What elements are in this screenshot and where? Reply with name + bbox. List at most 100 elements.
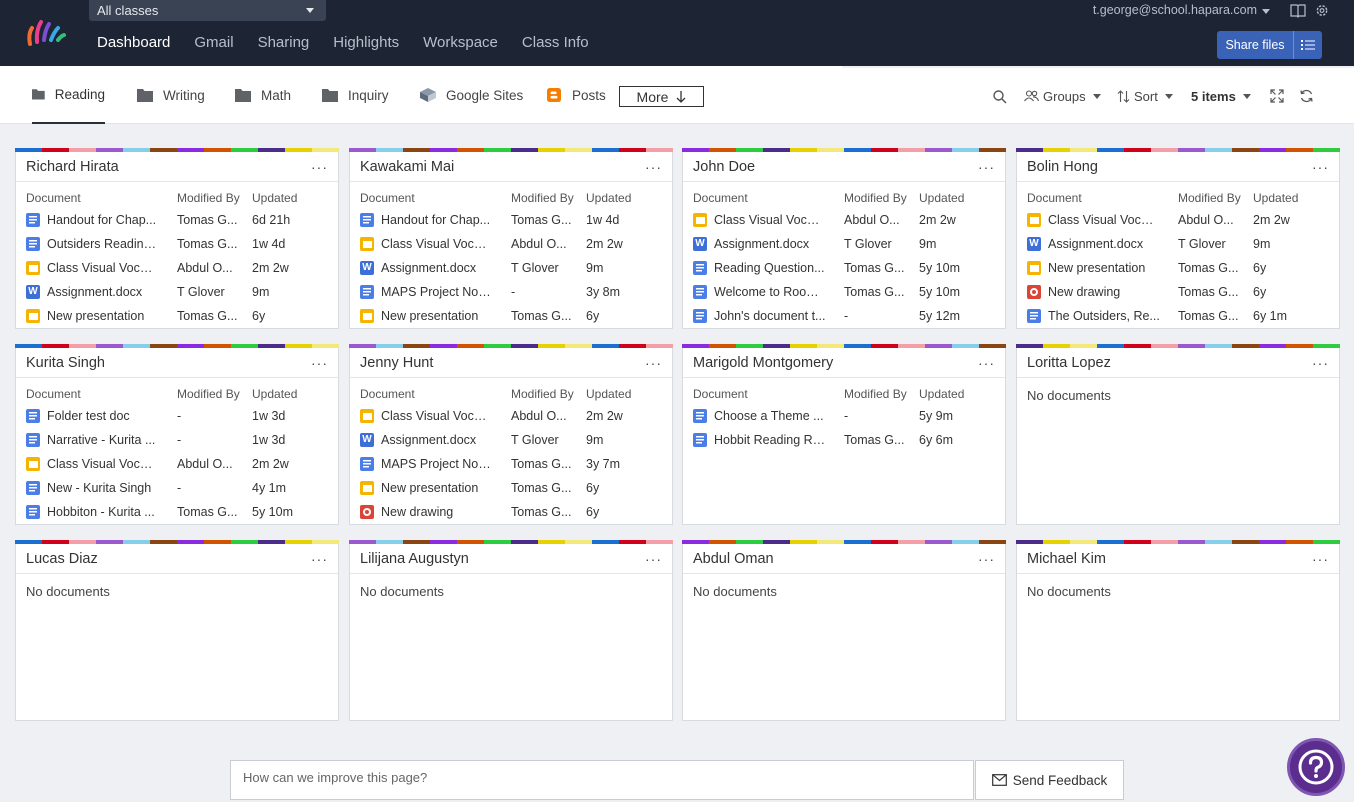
document-name[interactable]: Assignment.docx bbox=[381, 261, 493, 275]
student-name[interactable]: Jenny Hunt bbox=[360, 355, 433, 371]
nav-gmail[interactable]: Gmail bbox=[194, 34, 233, 51]
document-row[interactable]: Class Visual Vocab... Abdul O... 2m 2w bbox=[360, 404, 662, 428]
document-row[interactable]: Class Visual Vocab... Abdul O... 2m 2w bbox=[26, 256, 328, 280]
document-row[interactable]: Handout for Chap... Tomas G... 1w 4d bbox=[360, 208, 662, 232]
document-name[interactable]: Welcome to Room... bbox=[714, 285, 826, 299]
user-email[interactable]: t.george@school.hapara.com bbox=[1093, 3, 1257, 17]
document-row[interactable]: The Outsiders, Re... Tomas G... 6y 1m bbox=[1027, 304, 1329, 328]
tab-inquiry[interactable]: Inquiry bbox=[322, 66, 389, 124]
document-row[interactable]: W Assignment.docx T Glover 9m bbox=[693, 232, 995, 256]
student-name[interactable]: Lilijana Augustyn bbox=[360, 551, 469, 567]
document-row[interactable]: Reading Question... Tomas G... 5y 10m bbox=[693, 256, 995, 280]
items-count-dropdown[interactable]: 5 items bbox=[1191, 86, 1251, 106]
student-name[interactable]: Loritta Lopez bbox=[1027, 355, 1111, 371]
document-name[interactable]: Assignment.docx bbox=[47, 285, 159, 299]
nav-sharing[interactable]: Sharing bbox=[258, 34, 310, 51]
document-name[interactable]: Choose a Theme ... bbox=[714, 409, 826, 423]
document-name[interactable]: Class Visual Vocab... bbox=[1048, 213, 1160, 227]
tab-reading[interactable]: Reading bbox=[32, 66, 105, 124]
tab-google-sites[interactable]: Google Sites bbox=[420, 66, 523, 124]
document-name[interactable]: Reading Question... bbox=[714, 261, 826, 275]
document-name[interactable]: New presentation bbox=[381, 309, 493, 323]
document-row[interactable]: New - Kurita Singh - 4y 1m bbox=[26, 476, 328, 500]
more-options-icon[interactable]: ··· bbox=[311, 356, 328, 370]
student-name[interactable]: John Doe bbox=[693, 159, 755, 175]
document-name[interactable]: Folder test doc bbox=[47, 409, 159, 423]
document-row[interactable]: Welcome to Room... Tomas G... 5y 10m bbox=[693, 280, 995, 304]
sort-dropdown[interactable]: Sort bbox=[1117, 86, 1173, 106]
refresh-icon[interactable] bbox=[1299, 89, 1314, 103]
document-row[interactable]: New drawing Tomas G... 6y bbox=[360, 500, 662, 524]
document-row[interactable]: W Assignment.docx T Glover 9m bbox=[360, 256, 662, 280]
groups-dropdown[interactable]: Groups bbox=[1024, 86, 1101, 106]
list-icon[interactable] bbox=[1294, 31, 1322, 59]
document-row[interactable]: New presentation Tomas G... 6y bbox=[1027, 256, 1329, 280]
document-row[interactable]: New presentation Tomas G... 6y bbox=[360, 476, 662, 500]
book-icon[interactable] bbox=[1290, 3, 1306, 18]
document-row[interactable]: Class Visual Vocab... Abdul O... 2m 2w bbox=[26, 452, 328, 476]
expand-icon[interactable] bbox=[1270, 89, 1284, 103]
student-name[interactable]: Kawakami Mai bbox=[360, 159, 454, 175]
student-name[interactable]: Michael Kim bbox=[1027, 551, 1106, 567]
more-options-icon[interactable]: ··· bbox=[978, 356, 995, 370]
share-files-button[interactable]: Share files bbox=[1217, 31, 1322, 59]
student-name[interactable]: Abdul Oman bbox=[693, 551, 774, 567]
send-feedback-button[interactable]: Send Feedback bbox=[975, 760, 1124, 800]
nav-workspace[interactable]: Workspace bbox=[423, 34, 498, 51]
document-name[interactable]: Class Visual Vocab... bbox=[47, 261, 159, 275]
document-row[interactable]: New presentation Tomas G... 6y bbox=[26, 304, 328, 328]
document-row[interactable]: Class Visual Vocab... Abdul O... 2m 2w bbox=[1027, 208, 1329, 232]
document-name[interactable]: Class Visual Vocab... bbox=[381, 237, 493, 251]
document-name[interactable]: New presentation bbox=[1048, 261, 1160, 275]
tab-posts[interactable]: Posts bbox=[546, 66, 606, 124]
document-name[interactable]: The Outsiders, Re... bbox=[1048, 309, 1160, 323]
user-menu-chevron-icon[interactable] bbox=[1262, 9, 1270, 14]
tab-writing[interactable]: Writing bbox=[137, 66, 205, 124]
document-name[interactable]: Class Visual Vocab... bbox=[714, 213, 826, 227]
document-name[interactable]: Hobbit Reading Re... bbox=[714, 433, 826, 447]
gear-icon[interactable] bbox=[1314, 3, 1330, 18]
document-name[interactable]: MAPS Project Notes bbox=[381, 285, 493, 299]
tab-math[interactable]: Math bbox=[235, 66, 291, 124]
document-name[interactable]: New drawing bbox=[1048, 285, 1160, 299]
document-row[interactable]: Class Visual Vocab... Abdul O... 2m 2w bbox=[693, 208, 995, 232]
more-options-icon[interactable]: ··· bbox=[645, 356, 662, 370]
document-name[interactable]: Outsiders Reading... bbox=[47, 237, 159, 251]
document-row[interactable]: Hobbiton - Kurita ... Tomas G... 5y 10m bbox=[26, 500, 328, 524]
document-row[interactable]: Narrative - Kurita ... - 1w 3d bbox=[26, 428, 328, 452]
document-row[interactable]: Outsiders Reading... Tomas G... 1w 4d bbox=[26, 232, 328, 256]
document-name[interactable]: Handout for Chap... bbox=[381, 213, 493, 227]
document-row[interactable]: W Assignment.docx T Glover 9m bbox=[1027, 232, 1329, 256]
document-name[interactable]: New - Kurita Singh bbox=[47, 481, 159, 495]
document-name[interactable]: Assignment.docx bbox=[714, 237, 826, 251]
document-name[interactable]: Assignment.docx bbox=[1048, 237, 1160, 251]
document-row[interactable]: Hobbit Reading Re... Tomas G... 6y 6m bbox=[693, 428, 995, 452]
help-button[interactable] bbox=[1287, 738, 1345, 796]
document-name[interactable]: New presentation bbox=[381, 481, 493, 495]
document-row[interactable]: Class Visual Vocab... Abdul O... 2m 2w bbox=[360, 232, 662, 256]
document-row[interactable]: MAPS Project Notes - 3y 8m bbox=[360, 280, 662, 304]
student-name[interactable]: Marigold Montgomery bbox=[693, 355, 833, 371]
nav-class-info[interactable]: Class Info bbox=[522, 34, 589, 51]
document-row[interactable]: Folder test doc - 1w 3d bbox=[26, 404, 328, 428]
student-name[interactable]: Lucas Diaz bbox=[26, 551, 98, 567]
document-row[interactable]: Handout for Chap... Tomas G... 6d 21h bbox=[26, 208, 328, 232]
document-row[interactable]: W Assignment.docx T Glover 9m bbox=[360, 428, 662, 452]
class-selector[interactable]: All classes bbox=[89, 0, 326, 21]
more-options-icon[interactable]: ··· bbox=[1312, 356, 1329, 370]
more-options-icon[interactable]: ··· bbox=[1312, 160, 1329, 174]
search-icon[interactable] bbox=[993, 90, 1007, 104]
document-name[interactable]: Narrative - Kurita ... bbox=[47, 433, 159, 447]
more-options-icon[interactable]: ··· bbox=[311, 160, 328, 174]
student-name[interactable]: Kurita Singh bbox=[26, 355, 105, 371]
document-name[interactable]: John's document t... bbox=[714, 309, 826, 323]
document-name[interactable]: Class Visual Vocab... bbox=[47, 457, 159, 471]
document-name[interactable]: Hobbiton - Kurita ... bbox=[47, 505, 159, 519]
document-name[interactable]: Assignment.docx bbox=[381, 433, 493, 447]
nav-highlights[interactable]: Highlights bbox=[333, 34, 399, 51]
document-name[interactable]: New drawing bbox=[381, 505, 493, 519]
more-options-icon[interactable]: ··· bbox=[645, 552, 662, 566]
document-name[interactable]: New presentation bbox=[47, 309, 159, 323]
more-options-icon[interactable]: ··· bbox=[1312, 552, 1329, 566]
document-row[interactable]: Choose a Theme ... - 5y 9m bbox=[693, 404, 995, 428]
